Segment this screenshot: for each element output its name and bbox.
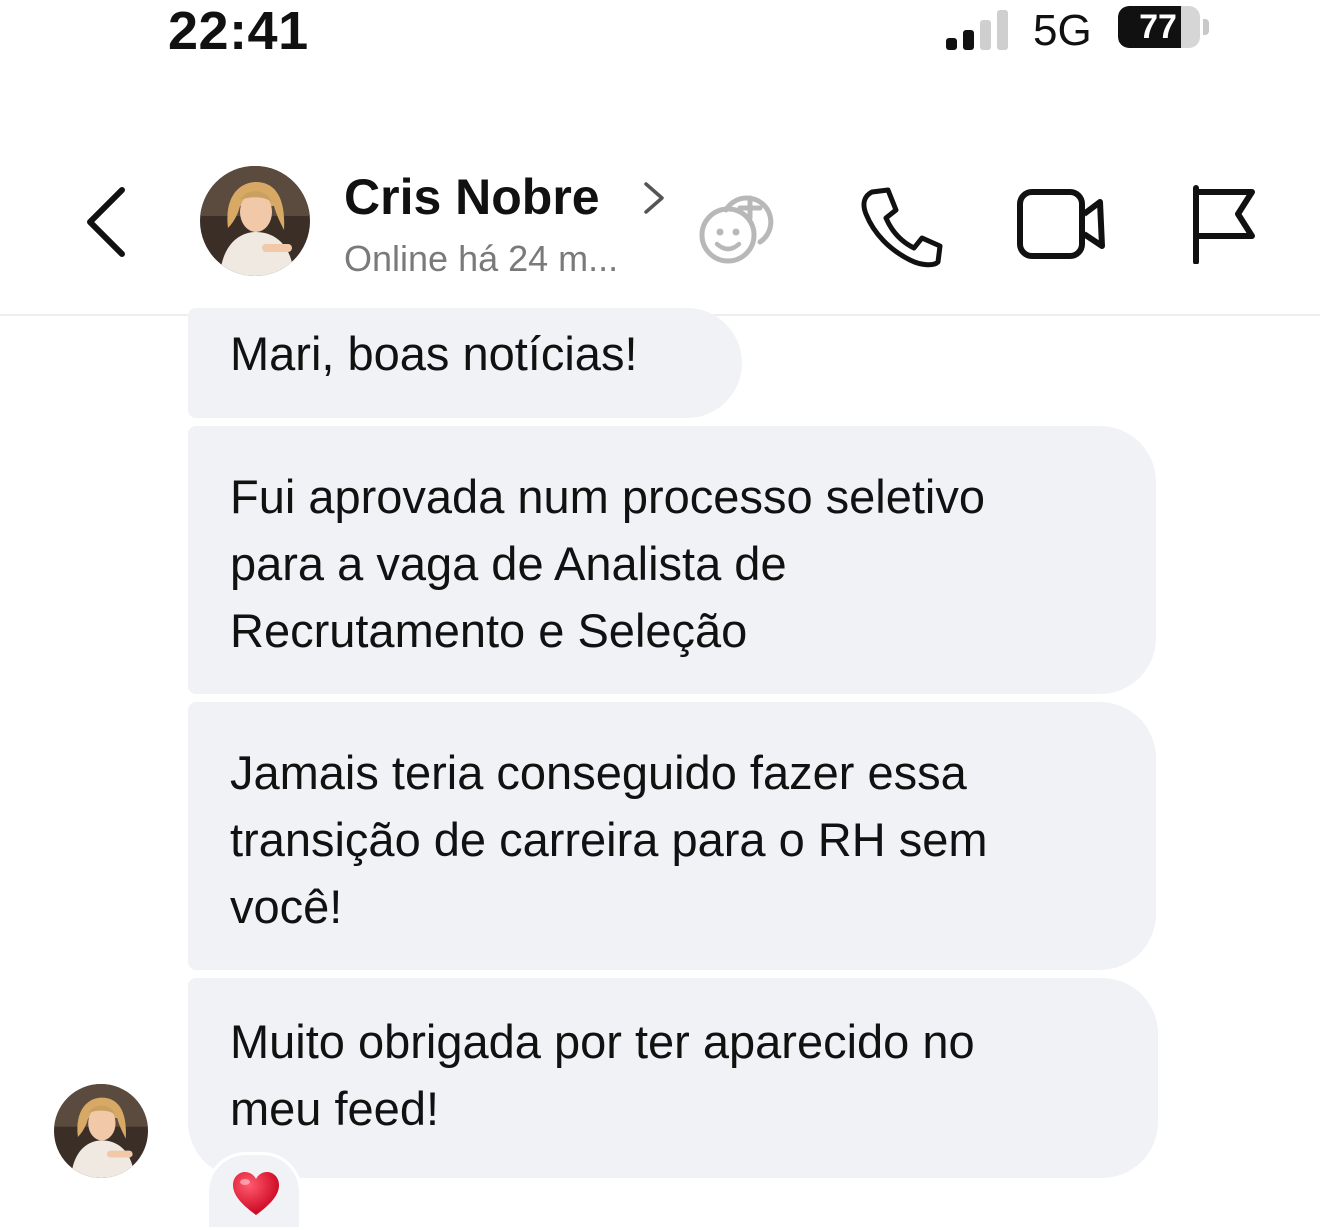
message-bubble[interactable]: Mari, boas notícias!	[188, 308, 742, 418]
message-line: Mari, boas notícias!	[230, 327, 638, 380]
network-type: 5G	[1033, 6, 1092, 55]
cellular-signal-icon	[946, 10, 1008, 50]
status-bar: 22:41 5G 77	[0, 0, 1320, 70]
phone-icon[interactable]	[858, 182, 944, 268]
chevron-left-icon	[87, 187, 125, 257]
sender-avatar[interactable]	[54, 1084, 148, 1178]
heart-icon	[233, 1172, 279, 1215]
chat-header: Cris Nobre Online há 24 m...	[0, 140, 1320, 316]
chevron-right-icon[interactable]	[640, 178, 668, 218]
avatar-photo	[54, 1084, 148, 1178]
message-bubble[interactable]: Jamais teria conseguido fazer essa trans…	[188, 702, 1156, 970]
battery-tip	[1203, 19, 1209, 35]
battery-icon: 77	[1118, 6, 1200, 48]
chat-screen: 22:41 5G 77 Cris Nobre Online há 24 m...…	[0, 0, 1320, 1230]
back-button[interactable]	[78, 182, 138, 262]
message-bubble[interactable]: Fui aprovada num processo seletivo para …	[188, 426, 1156, 694]
message-bubble[interactable]: Muito obrigada por ter aparecido no meu …	[188, 978, 1158, 1178]
message-line: transição de carreira para o RH sem	[230, 813, 988, 866]
contact-status: Online há 24 m...	[344, 238, 619, 279]
flag-icon[interactable]	[1188, 184, 1258, 264]
avatar-photo	[200, 166, 310, 276]
message-reaction[interactable]	[206, 1152, 302, 1230]
sticker-add-icon[interactable]	[692, 180, 782, 270]
contact-name[interactable]: Cris Nobre	[344, 168, 600, 226]
message-line: para a vaga de Analista de	[230, 537, 787, 590]
status-time: 22:41	[168, 1, 309, 61]
video-camera-icon[interactable]	[1016, 186, 1108, 262]
message-line: Recrutamento e Seleção	[230, 604, 748, 657]
message-line: Jamais teria conseguido fazer essa	[230, 746, 967, 799]
message-line: Fui aprovada num processo seletivo	[230, 470, 986, 523]
contact-avatar[interactable]	[200, 166, 310, 276]
message-line: meu feed!	[230, 1082, 440, 1135]
message-line: você!	[230, 880, 343, 933]
message-line: Muito obrigada por ter aparecido no	[230, 1015, 975, 1068]
battery-level: 77	[1139, 8, 1177, 46]
